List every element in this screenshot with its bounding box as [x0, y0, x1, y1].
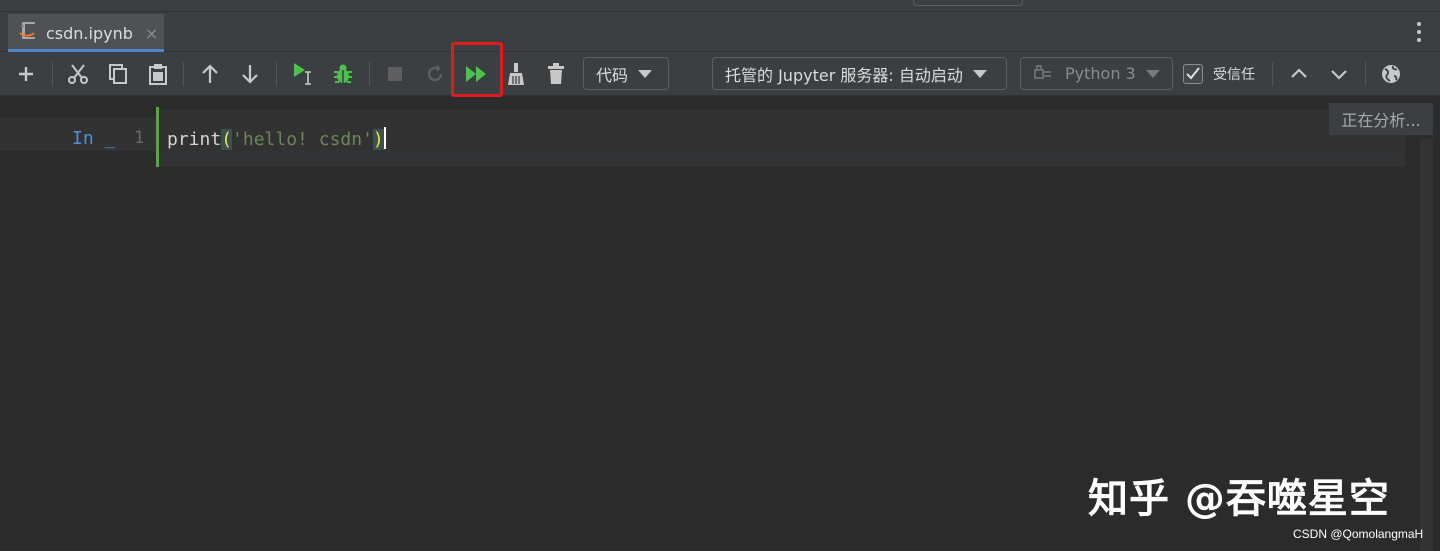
debug-cell-button[interactable] [325, 56, 361, 92]
trusted-label: 受信任 [1213, 67, 1255, 83]
move-cell-down-button[interactable] [232, 56, 268, 92]
copy-cell-button[interactable] [100, 56, 136, 92]
tab-label: csdn.ipynb [46, 23, 133, 43]
cell-type-dropdown[interactable]: 代码 [583, 57, 669, 90]
editor-scrollbar[interactable] [1419, 139, 1433, 551]
cell-top-padding [158, 109, 1405, 117]
bug-icon [334, 64, 352, 83]
trash-icon [548, 63, 564, 84]
more-options-icon[interactable] [1416, 22, 1422, 42]
run-cursor-icon [294, 63, 311, 85]
move-cell-up-button[interactable] [192, 56, 228, 92]
toolbar-separator [369, 62, 370, 86]
cell-type-value: 代码 [596, 65, 629, 85]
chevron-down-icon [972, 69, 987, 78]
restart-icon [427, 65, 443, 82]
cut-cell-button[interactable] [60, 56, 96, 92]
run-cell-button[interactable] [284, 56, 320, 92]
run-all-highlight-box [451, 42, 503, 97]
toolbar-separator [1272, 62, 1273, 86]
tab-csdn-ipynb[interactable]: csdn.ipynb × [8, 14, 164, 52]
arrow-up-icon [202, 64, 218, 83]
chevron-down-icon [1145, 69, 1160, 78]
globe-icon [1382, 65, 1400, 83]
copy-icon [109, 64, 127, 84]
watermark-text: 知乎 @吞噬星空 [1088, 476, 1390, 522]
cell-selection-bar [156, 107, 159, 167]
text-cursor [383, 127, 386, 149]
toolbar-separator [52, 62, 53, 86]
jupyter-server-dropdown[interactable]: 托管的 Jupyter 服务器: 自动启动 [712, 57, 1007, 90]
notebook-file-icon [18, 20, 40, 46]
cell-bottom-padding [158, 151, 1405, 167]
toolbar-separator [1365, 62, 1366, 86]
editor-tab-bar: csdn.ipynb × [0, 12, 1440, 52]
chevron-down-icon [638, 69, 653, 78]
code-close-paren-token: ) [372, 129, 384, 150]
toolbar-separator [183, 62, 184, 86]
kernel-dropdown[interactable]: Python 3 [1020, 57, 1173, 90]
chevron-down-icon [1331, 70, 1347, 80]
open-in-browser-button[interactable] [1373, 56, 1409, 92]
add-cell-button[interactable] [8, 56, 44, 92]
watermark-credit: CSDN @QomolangmaH [1293, 527, 1424, 541]
arrow-down-icon [242, 65, 258, 84]
restart-kernel-button[interactable] [417, 56, 453, 92]
previous-cell-button[interactable] [1281, 56, 1317, 92]
kernel-value: Python 3 [1065, 64, 1136, 83]
window-top-strip [0, 0, 1440, 12]
trusted-checkbox[interactable] [1183, 64, 1203, 84]
clipboard-icon [149, 64, 167, 85]
next-cell-button[interactable] [1321, 56, 1357, 92]
checkmark-icon [1186, 67, 1200, 80]
code-string-token: 'hello! csdn' [232, 129, 373, 150]
delete-cell-button[interactable] [538, 56, 574, 92]
line-number: 1 [134, 128, 145, 148]
kernel-plug-icon [1034, 64, 1051, 79]
code-open-paren-token: ( [221, 129, 233, 150]
tab-close-icon[interactable]: × [145, 24, 158, 43]
chevron-up-icon [1291, 68, 1307, 78]
clear-outputs-button[interactable] [498, 56, 534, 92]
analysis-status-badge: 正在分析... [1329, 103, 1433, 135]
notebook-editor[interactable]: In _ 1 print('hello! csdn') 正在分析... 知乎 @… [0, 97, 1440, 551]
toolbar-separator [276, 62, 277, 86]
interrupt-kernel-button[interactable] [377, 56, 413, 92]
paste-cell-button[interactable] [140, 56, 176, 92]
broom-icon [508, 63, 524, 85]
cell-execution-prompt: In _ [72, 128, 116, 149]
stop-icon [388, 67, 402, 81]
notebook-toolbar: 代码 托管的 Jupyter 服务器: 自动启动 Python 3 受信任 [0, 42, 1440, 97]
plus-icon [19, 67, 33, 81]
code-cell-input[interactable]: print('hello! csdn') [167, 127, 386, 150]
code-function-token: print [167, 129, 222, 150]
scissors-icon [68, 64, 88, 84]
top-widget-fragment [913, 0, 1023, 6]
jupyter-server-value: 托管的 Jupyter 服务器: 自动启动 [725, 65, 963, 85]
